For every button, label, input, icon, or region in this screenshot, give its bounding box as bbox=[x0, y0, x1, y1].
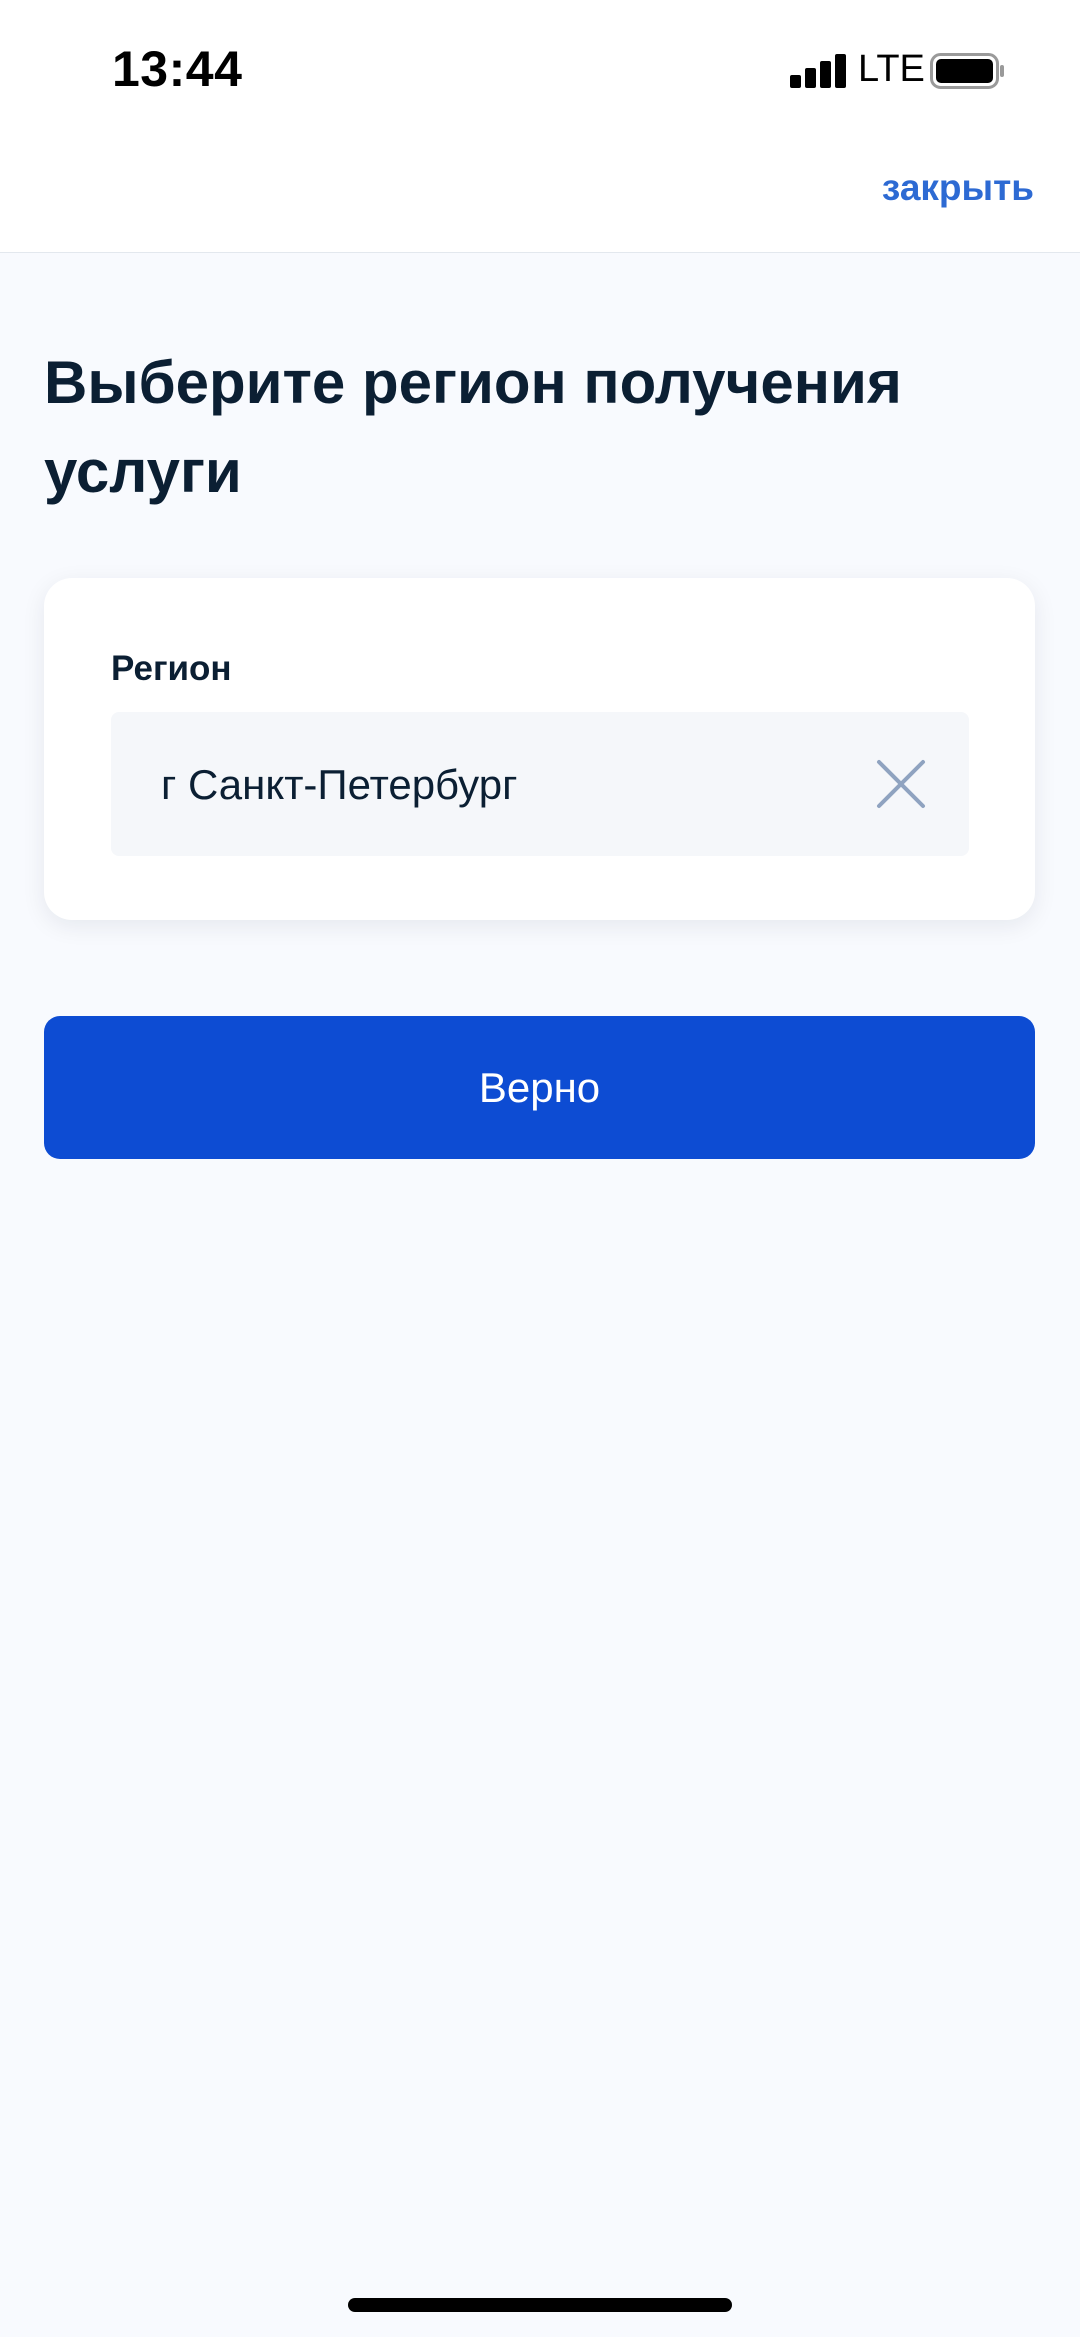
close-x-icon[interactable] bbox=[871, 754, 931, 814]
home-indicator bbox=[348, 2298, 732, 2312]
region-value: г Санкт-Петербург bbox=[161, 761, 518, 808]
network-type: LTE bbox=[858, 48, 925, 90]
page-title: Выберите регион получения услуги bbox=[44, 349, 902, 505]
signal-bars-icon bbox=[790, 54, 848, 88]
confirm-button[interactable]: Верно bbox=[44, 1016, 1035, 1159]
status-time: 13:44 bbox=[112, 41, 243, 97]
top-nav: закрыть bbox=[0, 140, 1080, 253]
region-card: Регион г Санкт-Петербург bbox=[44, 578, 1035, 920]
region-input[interactable]: г Санкт-Петербург bbox=[111, 712, 969, 856]
battery-icon bbox=[930, 53, 1004, 89]
status-bar: 13:44 LTE bbox=[0, 0, 1080, 140]
region-label: Регион bbox=[111, 649, 232, 688]
close-link[interactable]: закрыть bbox=[882, 167, 1034, 209]
